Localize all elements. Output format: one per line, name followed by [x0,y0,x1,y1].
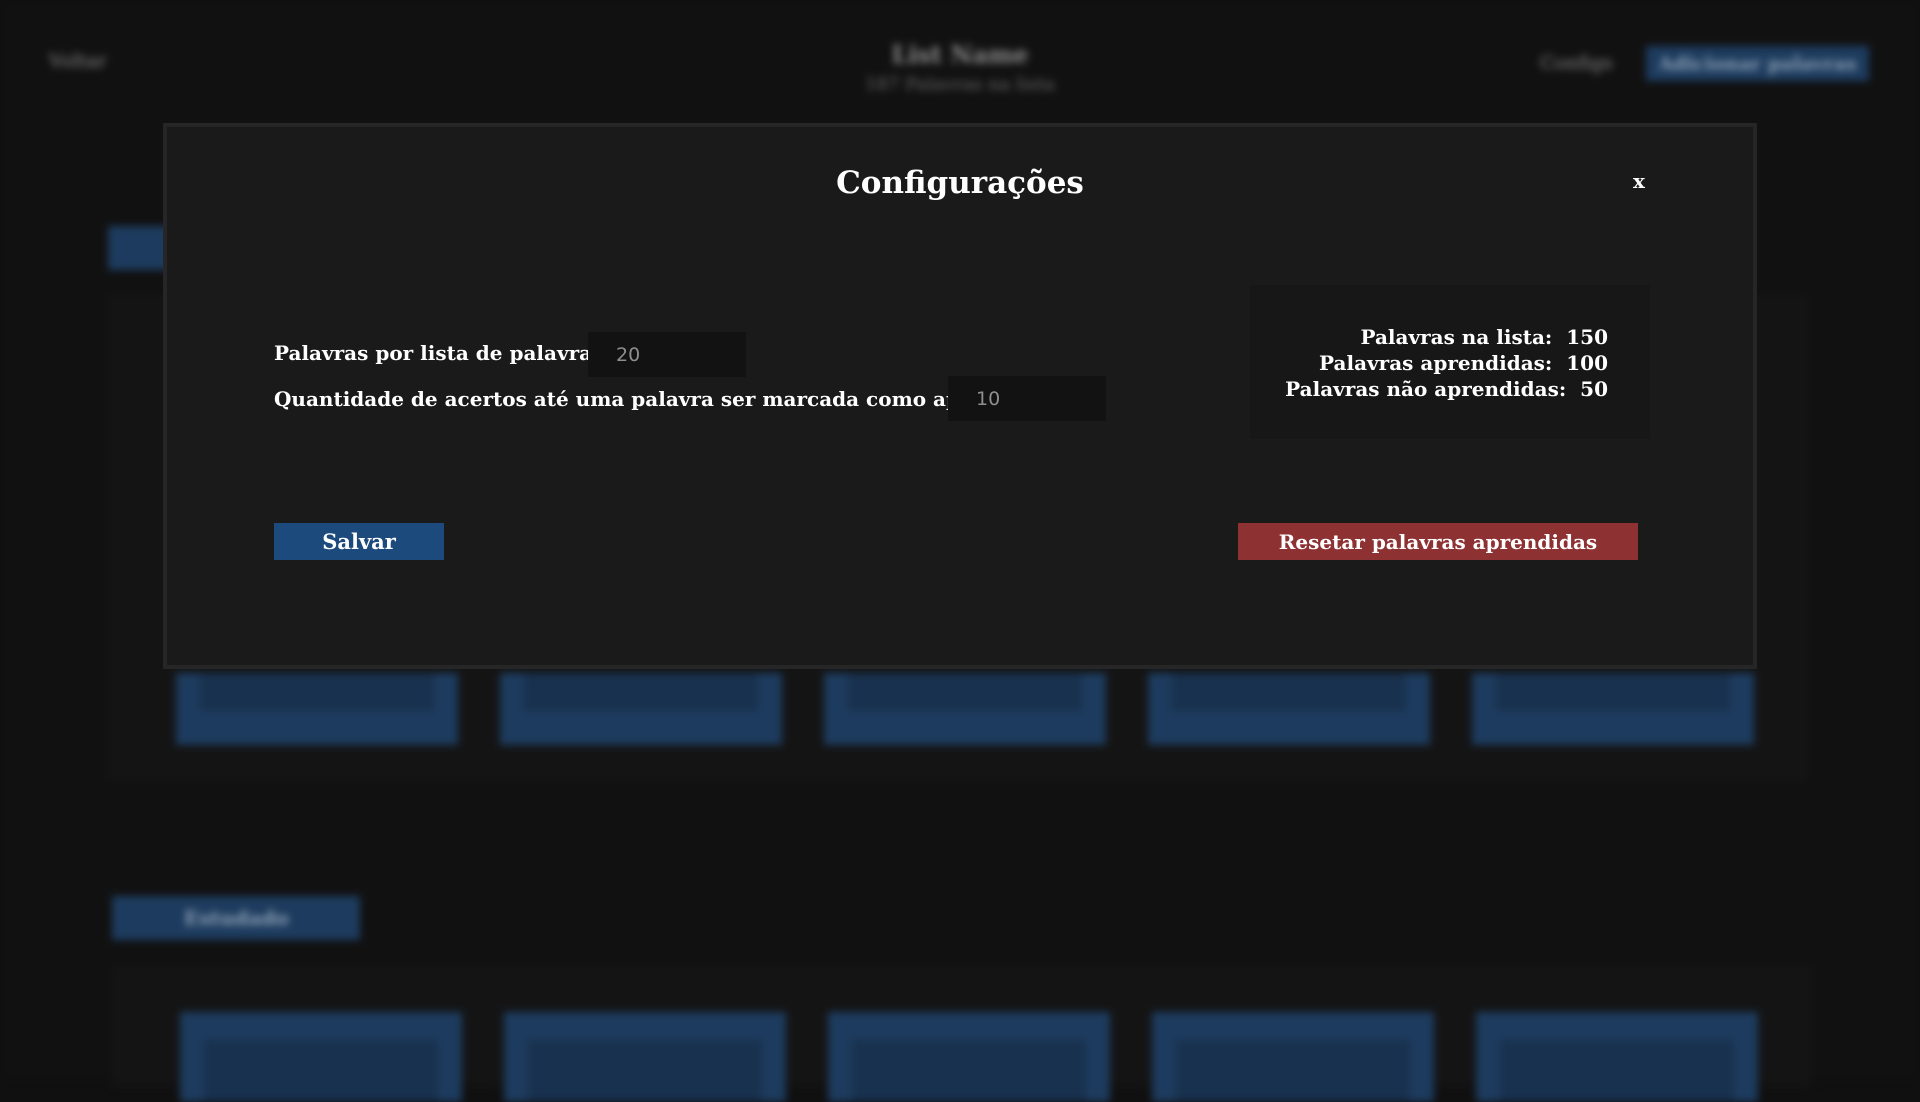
stat-learned-value: 100 [1566,351,1608,375]
save-button[interactable]: Salvar [274,523,444,560]
add-words-button: Adicionar palavras [1646,46,1869,81]
word-list-card [500,673,782,745]
studied-list-card [504,1012,786,1102]
stat-learned: Palavras aprendidas: 100 [1319,351,1608,375]
hits-until-learned-input[interactable] [948,376,1106,421]
words-per-list-input[interactable] [588,332,746,377]
studied-section-tab: Estudado [112,896,360,940]
list-title: List Name [891,40,1029,69]
studied-list-card [1152,1012,1434,1102]
word-list-card [1148,673,1430,745]
stat-not-learned-label: Palavras não aprendidas: [1285,377,1567,401]
close-icon[interactable]: x [1633,171,1645,191]
word-list-card [176,673,458,745]
hits-until-learned-label: Quantidade de acertos até uma palavra se… [274,387,1061,411]
stats-panel: Palavras na lista: 150 Palavras aprendid… [1250,285,1650,439]
reset-learned-words-button[interactable]: Resetar palavras aprendidas [1238,523,1638,560]
studied-list-card [1476,1012,1758,1102]
modal-title: Configurações [836,165,1084,201]
stat-not-learned-value: 50 [1580,377,1608,401]
word-list-card [824,673,1106,745]
stat-words-in-list-value: 150 [1566,325,1608,349]
stat-words-in-list-label: Palavras na lista: [1360,325,1553,349]
settings-modal: Configurações x Palavras por lista de pa… [163,123,1757,669]
list-subtitle: 187 Palavras na lista [865,74,1055,95]
stat-learned-label: Palavras aprendidas: [1319,351,1553,375]
stat-words-in-list: Palavras na lista: 150 [1360,325,1608,349]
configs-link: Configs [1540,52,1613,74]
studied-list-card [180,1012,462,1102]
words-per-list-label: Palavras por lista de palavras : [274,341,618,365]
studied-list-card [828,1012,1110,1102]
word-list-card [1472,673,1754,745]
stat-not-learned: Palavras não aprendidas: 50 [1285,377,1608,401]
